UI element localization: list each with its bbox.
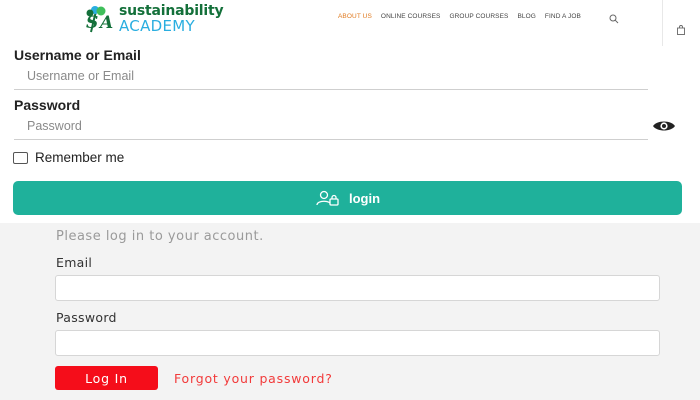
nav-item-online-courses[interactable]: ONLINE COURSES bbox=[381, 13, 441, 20]
username-label: Username or Email bbox=[14, 47, 141, 63]
log-in-button[interactable]: Log In bbox=[55, 366, 158, 390]
site-header: S A sustainability ACADEMY ABOUT US ONLI… bbox=[0, 0, 700, 46]
email-input[interactable] bbox=[55, 275, 660, 301]
search-icon[interactable] bbox=[609, 11, 619, 24]
nav-item-about-us[interactable]: ABOUT US bbox=[338, 13, 372, 20]
forgot-password-link[interactable]: Forgot your password? bbox=[174, 371, 333, 386]
password-label: Password bbox=[14, 97, 81, 113]
svg-text:A: A bbox=[98, 13, 113, 33]
shopping-bag-icon[interactable] bbox=[676, 22, 686, 35]
secondary-login-panel: Please log in to your account. Email Pas… bbox=[0, 223, 700, 400]
remember-me-label: Remember me bbox=[35, 150, 125, 165]
nav-item-group-courses[interactable]: GROUP COURSES bbox=[449, 13, 508, 20]
nav-item-blog[interactable]: BLOG bbox=[517, 13, 535, 20]
brand-name-bottom: ACADEMY bbox=[119, 17, 195, 35]
remember-me[interactable]: Remember me bbox=[13, 150, 124, 165]
secondary-password-label: Password bbox=[56, 310, 117, 325]
eye-icon[interactable] bbox=[652, 119, 676, 133]
secondary-password-input[interactable] bbox=[55, 330, 660, 356]
login-button[interactable]: login bbox=[13, 181, 682, 215]
user-lock-icon bbox=[315, 190, 341, 206]
username-input[interactable] bbox=[14, 62, 648, 90]
nav-item-find-a-job[interactable]: FIND A JOB bbox=[545, 13, 581, 20]
email-label: Email bbox=[56, 255, 93, 270]
login-intro-text: Please log in to your account. bbox=[56, 229, 264, 244]
brand-name-top: sustainability bbox=[119, 3, 224, 19]
remember-me-checkbox[interactable] bbox=[13, 151, 28, 164]
svg-text:S: S bbox=[86, 13, 98, 33]
brand-logo[interactable]: S A sustainability ACADEMY bbox=[84, 3, 224, 35]
password-input[interactable] bbox=[14, 112, 648, 140]
header-divider bbox=[662, 0, 663, 46]
brand-name: sustainability ACADEMY bbox=[119, 3, 224, 35]
login-button-label: login bbox=[348, 190, 381, 206]
main-nav: ABOUT US ONLINE COURSES GROUP COURSES BL… bbox=[338, 13, 590, 20]
logo-mark-icon: S A bbox=[84, 4, 118, 34]
